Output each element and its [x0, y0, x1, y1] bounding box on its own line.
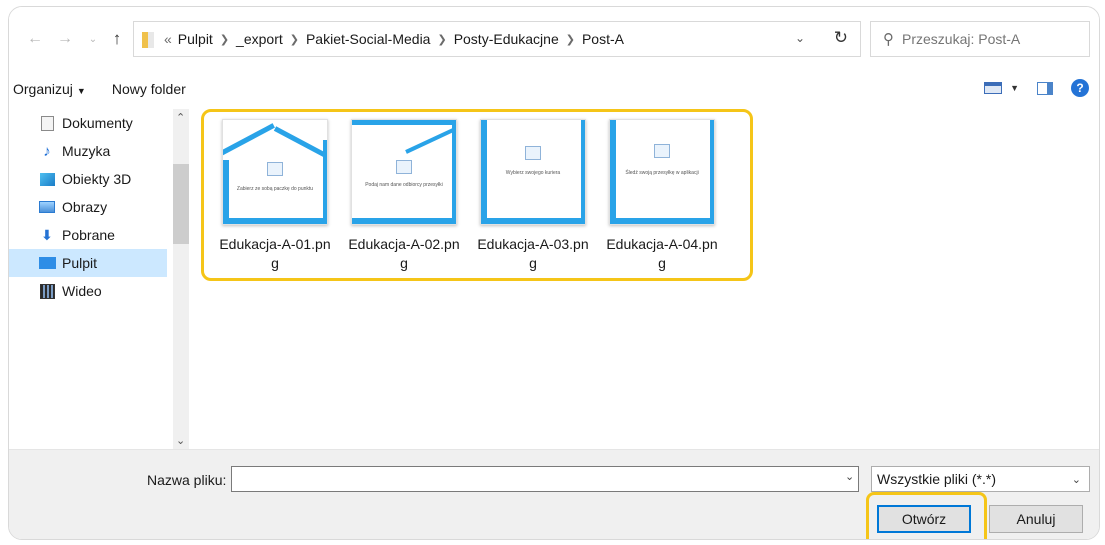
toolbar: Organizuj ▼ Nowy folder ▼ ?: [9, 69, 1099, 109]
file-item[interactable]: Zabierz ze sobą paczkę do punktu Edukacj…: [211, 119, 339, 279]
breadcrumb-item[interactable]: Posty-Edukacjne: [454, 31, 559, 47]
chevron-down-icon: ⌄: [1071, 474, 1081, 486]
up-arrow-icon[interactable]: ↑: [105, 27, 129, 51]
search-box[interactable]: ⚲: [870, 21, 1090, 57]
file-thumbnail: Zabierz ze sobą paczkę do punktu: [222, 119, 328, 225]
filetype-select[interactable]: Wszystkie pliki (*.*) ⌄: [871, 466, 1090, 492]
nav-item-label: Dokumenty: [62, 115, 133, 131]
filename-input[interactable]: [231, 466, 859, 492]
new-folder-button[interactable]: Nowy folder: [112, 81, 186, 97]
file-name: Edukacja-A-04.png: [606, 236, 718, 271]
scroll-up-icon[interactable]: ⌃: [176, 111, 185, 124]
organize-menu-button[interactable]: Organizuj ▼: [13, 81, 86, 97]
view-mode-icon[interactable]: [984, 82, 1003, 94]
filename-label: Nazwa pliku:: [147, 472, 227, 488]
nav-scrollbar[interactable]: ⌃ ⌄: [173, 109, 189, 449]
nav-item-label: Muzyka: [62, 143, 111, 159]
video-icon: [39, 283, 55, 299]
recent-dropdown-icon[interactable]: ⌄: [81, 27, 105, 51]
chevron-right-icon[interactable]: ❯: [437, 33, 446, 46]
breadcrumb-item[interactable]: _export: [236, 31, 283, 47]
nav-item-label: Pulpit: [62, 255, 98, 271]
address-row: ← → ⌄ ↑ « Pulpit ❯ _export ❯ Pakiet-Soci…: [9, 7, 1099, 69]
nav-item-dokumenty[interactable]: Dokumenty: [9, 109, 167, 137]
cancel-button[interactable]: Anuluj: [989, 505, 1083, 533]
music-icon: ♪: [43, 142, 51, 160]
help-icon[interactable]: ?: [1071, 79, 1089, 97]
nav-item-pobrane[interactable]: ⬇ Pobrane: [9, 221, 167, 249]
breadcrumb-item[interactable]: Pulpit: [178, 31, 213, 47]
address-bar[interactable]: « Pulpit ❯ _export ❯ Pakiet-Social-Media…: [133, 21, 861, 57]
back-arrow-icon[interactable]: ←: [23, 27, 47, 51]
file-item[interactable]: Podaj nam dane odbiorcy przesyłki Edukac…: [340, 119, 468, 279]
preview-pane-icon[interactable]: [1037, 81, 1053, 95]
file-item[interactable]: Wybierz swojego kuriera Edukacja-A-03.pn…: [469, 119, 597, 279]
document-icon: [40, 115, 54, 131]
download-icon: ⬇: [41, 226, 53, 243]
nav-item-pulpit[interactable]: Pulpit: [9, 249, 167, 277]
refresh-icon[interactable]: ↻: [834, 28, 848, 48]
breadcrumb-item[interactable]: Post-A: [582, 31, 624, 47]
open-button[interactable]: Otwórz: [877, 505, 971, 533]
chevron-right-icon[interactable]: ❯: [290, 33, 299, 46]
navigation-pane: Dokumenty ♪ Muzyka Obiekty 3D Obrazy ⬇ P…: [9, 109, 189, 449]
address-dropdown-icon[interactable]: ⌄: [795, 31, 805, 45]
filetype-value: Wszystkie pliki (*.*): [877, 471, 997, 487]
file-item[interactable]: Śledź swoją przesyłkę w aplikacji Edukac…: [598, 119, 726, 279]
nav-item-label: Pobrane: [62, 227, 115, 243]
file-thumbnail: Wybierz swojego kuriera: [480, 119, 586, 225]
scroll-down-icon[interactable]: ⌄: [176, 434, 185, 447]
nav-item-label: Obiekty 3D: [62, 171, 132, 187]
nav-item-label: Obrazy: [62, 199, 108, 215]
nav-item-label: Wideo: [62, 283, 102, 299]
forward-arrow-icon[interactable]: →: [53, 27, 77, 51]
breadcrumb-item[interactable]: Pakiet-Social-Media: [306, 31, 431, 47]
file-name: Edukacja-A-03.png: [477, 236, 589, 271]
file-open-dialog: ← → ⌄ ↑ « Pulpit ❯ _export ❯ Pakiet-Soci…: [8, 6, 1100, 540]
search-input[interactable]: [902, 31, 1082, 47]
file-thumbnail: Śledź swoją przesyłkę w aplikacji: [609, 119, 715, 225]
nav-item-obrazy[interactable]: Obrazy: [9, 193, 167, 221]
search-icon: ⚲: [883, 31, 894, 48]
scrollbar-thumb[interactable]: [173, 164, 189, 244]
breadcrumb-overflow[interactable]: «: [164, 31, 172, 47]
file-name: Edukacja-A-01.png: [219, 236, 331, 271]
3d-objects-icon: [39, 172, 55, 186]
organize-label: Organizuj: [13, 81, 73, 97]
nav-item-obiekty-3d[interactable]: Obiekty 3D: [9, 165, 167, 193]
caret-down-icon: ▼: [76, 86, 86, 96]
breadcrumb: « Pulpit ❯ _export ❯ Pakiet-Social-Media…: [164, 31, 624, 47]
file-thumbnail: Podaj nam dane odbiorcy przesyłki: [351, 119, 457, 225]
view-dropdown-icon[interactable]: ▼: [1010, 83, 1019, 93]
chevron-right-icon[interactable]: ❯: [566, 33, 575, 46]
filename-dropdown-icon[interactable]: ⌄: [845, 470, 854, 483]
file-name: Edukacja-A-02.png: [348, 236, 460, 271]
bottom-bar: Nazwa pliku: ⌄ Wszystkie pliki (*.*) ⌄ O…: [9, 449, 1099, 539]
chevron-right-icon[interactable]: ❯: [220, 33, 229, 46]
desktop-icon: [38, 257, 56, 269]
folder-icon: [142, 30, 156, 48]
nav-item-wideo[interactable]: Wideo: [9, 277, 167, 305]
nav-item-muzyka[interactable]: ♪ Muzyka: [9, 137, 167, 165]
pictures-icon: [39, 201, 55, 213]
file-list: Zabierz ze sobą paczkę do punktu Edukacj…: [189, 109, 1099, 449]
